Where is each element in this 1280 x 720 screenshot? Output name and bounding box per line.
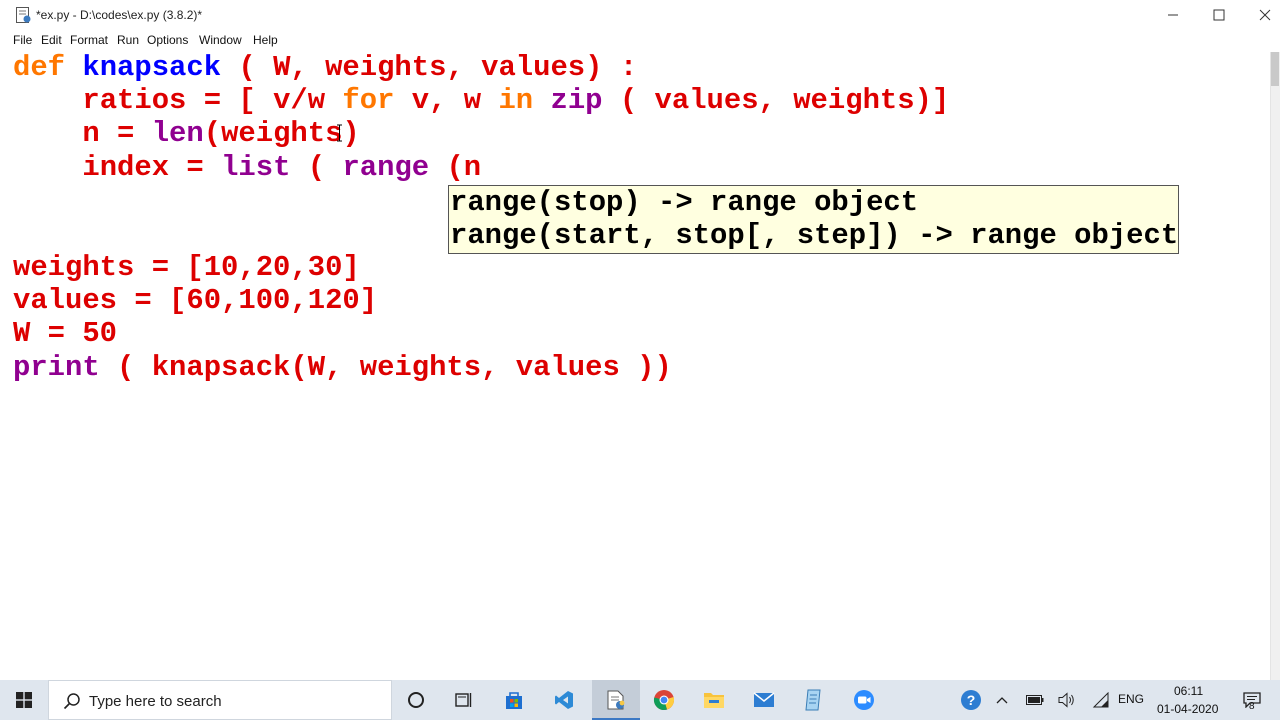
- code-text: ( knapsack(W, weights, values )): [99, 351, 672, 384]
- visual-studio-icon: [555, 691, 573, 709]
- zoom-button[interactable]: [840, 680, 888, 720]
- code-text: n =: [82, 117, 152, 150]
- builtin-zip: zip: [550, 84, 603, 117]
- volume-icon: [1058, 692, 1074, 708]
- text-cursor-icon: [337, 124, 342, 142]
- code-line-8: print ( knapsack(W, weights, values )): [13, 353, 672, 383]
- clock-time[interactable]: 06:11: [1174, 684, 1203, 698]
- code-line-7: W = 50: [13, 317, 118, 350]
- task-view-icon: [455, 693, 472, 707]
- code-line-1: def knapsack ( W, weights, values) :: [13, 53, 637, 83]
- python-file-icon: [16, 7, 31, 23]
- menu-run[interactable]: Run: [117, 33, 139, 47]
- code-text: ratios = [ v/w: [82, 84, 343, 117]
- code-text: index =: [82, 151, 222, 184]
- menu-window[interactable]: Window: [199, 33, 242, 47]
- minimize-icon: [1168, 14, 1178, 16]
- idle-button[interactable]: [592, 680, 640, 720]
- store-button[interactable]: [490, 680, 538, 720]
- start-button[interactable]: [0, 680, 48, 720]
- keyword-for: for: [342, 84, 395, 117]
- taskbar-search-box[interactable]: Type here to search: [48, 680, 392, 720]
- visual-studio-button[interactable]: [540, 680, 588, 720]
- code-line-6: values = [60,100,120]: [13, 284, 378, 317]
- calltip-popup: range(stop) -> range object range(start,…: [448, 185, 1179, 254]
- taskbar: Type here to search ? ENG 06:11 01-04-20…: [0, 680, 1280, 720]
- store-icon: [506, 692, 522, 709]
- code-text: v, w: [394, 84, 499, 117]
- cortana-button[interactable]: [392, 680, 440, 720]
- title-bar: *ex.py - D:\codes\ex.py (3.8.2)*: [0, 0, 1280, 30]
- keyword-in: in: [498, 84, 534, 117]
- function-name: knapsack: [82, 51, 222, 84]
- search-icon: [63, 693, 80, 710]
- notification-count: 8: [1249, 701, 1255, 712]
- keyword-def: def: [13, 51, 66, 84]
- builtin-range: range: [342, 151, 430, 184]
- calltip-line-1: range(stop) -> range object: [450, 186, 919, 219]
- menu-edit[interactable]: Edit: [41, 33, 62, 47]
- mail-icon: [753, 692, 775, 707]
- code-line-3: n = len(weights): [13, 117, 359, 150]
- file-explorer-icon: [704, 693, 724, 708]
- notepad-icon: [805, 689, 821, 711]
- menu-help[interactable]: Help: [253, 33, 278, 47]
- signature: ( W, weights, values) :: [221, 51, 638, 84]
- calltip-line-2: range(start, stop[, step]) -> range obje…: [450, 219, 1179, 252]
- code-line-5: weights = [10,20,30]: [13, 251, 360, 284]
- close-icon: [1259, 9, 1271, 21]
- volume-tray[interactable]: [1054, 680, 1080, 720]
- scrollbar-thumb[interactable]: [1271, 52, 1279, 86]
- builtin-list: list: [221, 151, 291, 184]
- mail-button[interactable]: [740, 680, 788, 720]
- cortana-icon: [408, 692, 424, 708]
- maximize-icon: [1213, 9, 1225, 21]
- code-text: ( values, weights)]: [602, 84, 950, 117]
- idle-icon: [607, 690, 625, 710]
- code-line-2: ratios = [ v/w for v, w in zip ( values,…: [13, 86, 949, 116]
- close-button[interactable]: [1242, 0, 1280, 30]
- builtin-print: print: [13, 351, 100, 384]
- help-icon: ?: [961, 690, 981, 710]
- window-title: *ex.py - D:\codes\ex.py (3.8.2)*: [36, 8, 203, 22]
- chrome-button[interactable]: [640, 680, 688, 720]
- task-view-button[interactable]: [440, 680, 488, 720]
- vertical-scrollbar[interactable]: [1270, 52, 1280, 680]
- language-indicator[interactable]: ENG: [1118, 692, 1144, 706]
- maximize-button[interactable]: [1196, 0, 1242, 30]
- clock-date[interactable]: 01-04-2020: [1157, 702, 1218, 716]
- windows-logo-icon: [16, 692, 32, 708]
- code-text: (: [290, 151, 343, 184]
- minimize-button[interactable]: [1150, 0, 1196, 30]
- builtin-len: len: [151, 117, 204, 150]
- network-tray[interactable]: [1088, 680, 1114, 720]
- show-hidden-icons-button[interactable]: [992, 680, 1012, 720]
- search-placeholder: Type here to search: [89, 693, 222, 710]
- notepad-button[interactable]: [790, 680, 838, 720]
- svg-text:?: ?: [967, 692, 976, 708]
- battery-icon: [1026, 695, 1044, 705]
- chrome-icon: [653, 690, 675, 710]
- file-explorer-button[interactable]: [690, 680, 738, 720]
- menu-file[interactable]: File: [13, 33, 32, 47]
- help-tray-button[interactable]: ?: [958, 680, 984, 720]
- battery-tray[interactable]: [1022, 680, 1048, 720]
- menu-options[interactable]: Options: [147, 33, 188, 47]
- chevron-up-icon: [996, 697, 1008, 704]
- action-center-button[interactable]: [1232, 680, 1272, 720]
- wifi-icon: [1092, 692, 1109, 708]
- menu-format[interactable]: Format: [70, 33, 108, 47]
- zoom-icon: [854, 690, 874, 710]
- code-text: (n: [429, 151, 482, 184]
- menu-bar: File Edit Format Run Options Window Help: [0, 30, 1280, 50]
- code-line-4: index = list ( range (n: [13, 153, 481, 183]
